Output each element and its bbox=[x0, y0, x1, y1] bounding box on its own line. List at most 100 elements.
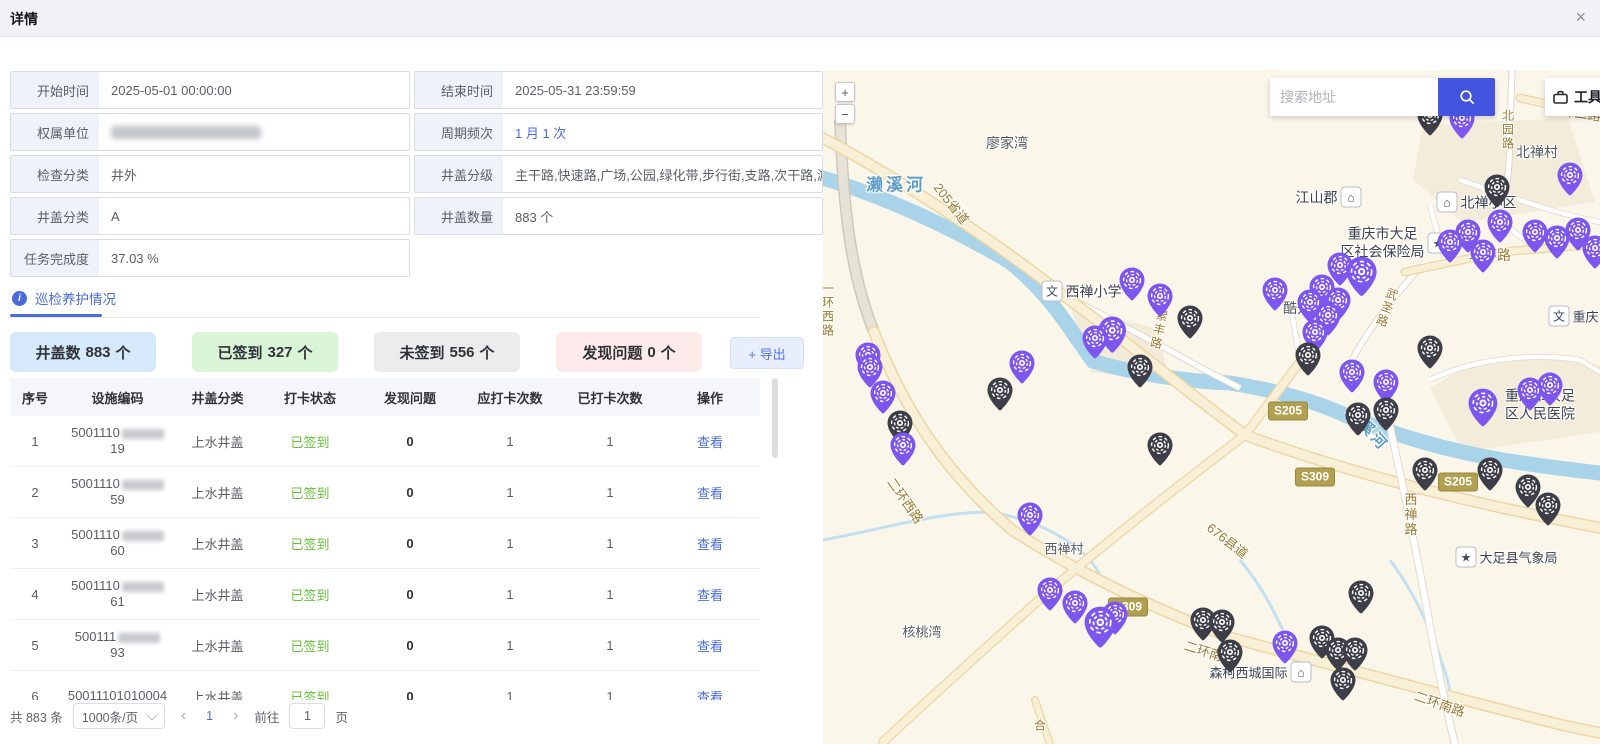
cell-status: 已签到 bbox=[260, 432, 360, 451]
field-value-redacted bbox=[99, 114, 409, 150]
redacted-code bbox=[122, 429, 164, 439]
form-field-owner-unit: 权属单位 bbox=[10, 113, 410, 151]
redacted-code bbox=[122, 582, 164, 592]
field-value-link[interactable]: 1 月 1 次 bbox=[503, 114, 822, 150]
map-marker-purple[interactable] bbox=[1544, 225, 1570, 264]
view-link[interactable]: 查看 bbox=[697, 690, 723, 701]
map-marker-dark[interactable] bbox=[1330, 667, 1356, 706]
map-marker-purple[interactable] bbox=[1037, 577, 1063, 616]
cell-category: 上水井盖 bbox=[175, 432, 260, 451]
map-marker-purple[interactable] bbox=[1517, 377, 1543, 416]
map-search bbox=[1270, 78, 1495, 116]
view-link[interactable]: 查看 bbox=[697, 537, 723, 552]
map-marker-purple[interactable] bbox=[1017, 502, 1043, 541]
table-row: 4 500111061 上水井盖 已签到 0 1 1 查看 bbox=[10, 569, 760, 620]
form-field-end-time: 结束时间 2025-05-31 23:59:59 bbox=[414, 71, 823, 109]
field-value: 主干路,快速路,广场,公园,绿化带,步行街,支路,次干路,游览… bbox=[503, 156, 822, 192]
map-marker-dark[interactable] bbox=[1412, 457, 1438, 496]
zoom-in-button[interactable]: + bbox=[835, 82, 855, 102]
table-header: 序号 设施编码 井盖分类 打卡状态 发现问题 应打卡次数 已打卡次数 操作 bbox=[10, 378, 760, 416]
col-cover-class: 井盖分类 bbox=[175, 388, 260, 407]
toolbox-button[interactable]: 工具箱 bbox=[1545, 78, 1600, 116]
map-marker-purple[interactable] bbox=[1262, 277, 1288, 316]
map-marker-purple[interactable] bbox=[1470, 239, 1496, 278]
map-marker-purple[interactable] bbox=[1468, 388, 1498, 432]
map-marker-purple[interactable] bbox=[1557, 162, 1583, 201]
next-page-button[interactable]: › bbox=[227, 707, 244, 725]
view-link[interactable]: 查看 bbox=[697, 588, 723, 603]
form-field-cover-count: 井盖数量 883 个 bbox=[414, 197, 823, 235]
table-row: 5 50011193 上水井盖 已签到 0 1 1 查看 bbox=[10, 620, 760, 671]
form-field-completion-rate: 任务完成度 37.03 % bbox=[10, 239, 410, 277]
map-marker-purple[interactable] bbox=[1272, 630, 1298, 669]
map-canvas[interactable]: 廖家湾核桃湾西禅村北禅村酷开濑溪河濑溪河205省道676县道北环路二环南路二环南… bbox=[823, 70, 1600, 744]
export-button[interactable]: + 导出 bbox=[730, 337, 804, 369]
search-button[interactable] bbox=[1438, 78, 1495, 116]
table-scrollbar[interactable] bbox=[772, 378, 778, 458]
map-marker-dark[interactable] bbox=[1127, 354, 1153, 393]
total-count: 共 883 条 bbox=[10, 707, 63, 726]
cell-index: 4 bbox=[10, 587, 60, 602]
prev-page-button[interactable]: ‹ bbox=[175, 707, 192, 725]
field-value: 2025-05-31 23:59:59 bbox=[503, 72, 822, 108]
map-marker-dark[interactable] bbox=[1348, 580, 1374, 619]
cell-done: 1 bbox=[560, 434, 660, 449]
zoom-out-button[interactable]: − bbox=[835, 104, 855, 124]
map-marker-purple[interactable] bbox=[1437, 229, 1463, 268]
field-value: A bbox=[99, 198, 409, 234]
map-marker-purple[interactable] bbox=[1339, 359, 1365, 398]
table-body: 1 500111019 上水井盖 已签到 0 1 1 查看 2 50011105… bbox=[10, 416, 760, 700]
view-link[interactable]: 查看 bbox=[697, 435, 723, 450]
field-value: 883 个 bbox=[503, 198, 822, 234]
map-marker-dark[interactable] bbox=[1484, 174, 1510, 213]
tab-inspection-maintenance[interactable]: i 巡检养护情况 bbox=[12, 288, 116, 308]
cell-index: 2 bbox=[10, 485, 60, 500]
map-marker-purple[interactable] bbox=[1084, 606, 1117, 654]
cell-issues: 0 bbox=[360, 434, 460, 449]
map-marker-dark[interactable] bbox=[1177, 305, 1203, 344]
map-marker-dark[interactable] bbox=[1477, 457, 1503, 496]
field-label: 结束时间 bbox=[415, 72, 503, 108]
close-icon[interactable]: × bbox=[1575, 7, 1586, 27]
map-marker-purple[interactable] bbox=[1582, 235, 1600, 274]
map-marker-purple[interactable] bbox=[1346, 256, 1377, 302]
cell-code: 500111060 bbox=[60, 527, 175, 559]
search-input[interactable] bbox=[1270, 78, 1438, 116]
map-marker-dark[interactable] bbox=[1373, 397, 1399, 436]
map-marker-dark[interactable] bbox=[1417, 335, 1443, 374]
field-value: 37.03 % bbox=[99, 240, 409, 276]
table-row: 6 50011101010004 上水井盖 已签到 0 1 1 查看 bbox=[10, 671, 760, 700]
map-marker-purple[interactable] bbox=[1119, 267, 1145, 306]
cell-category: 上水井盖 bbox=[175, 483, 260, 502]
view-link[interactable]: 查看 bbox=[697, 486, 723, 501]
map-marker-dark[interactable] bbox=[1147, 432, 1173, 471]
page-size-select[interactable]: 1000条/页 bbox=[73, 703, 165, 729]
current-page[interactable]: 1 bbox=[202, 709, 217, 723]
map-marker-dark[interactable] bbox=[1295, 342, 1321, 381]
col-index: 序号 bbox=[10, 388, 60, 407]
cell-done: 1 bbox=[560, 536, 660, 551]
map-marker-dark[interactable] bbox=[1217, 639, 1243, 678]
cell-status: 已签到 bbox=[260, 636, 360, 655]
map-marker-dark[interactable] bbox=[1535, 492, 1561, 531]
cell-issues: 0 bbox=[360, 638, 460, 653]
view-link[interactable]: 查看 bbox=[697, 639, 723, 654]
goto-page-input[interactable] bbox=[289, 703, 325, 729]
map-marker-dark[interactable] bbox=[987, 377, 1013, 416]
map-marker-purple[interactable] bbox=[1147, 283, 1173, 322]
stat-chip-unsigned: 未签到 556 个 bbox=[374, 332, 520, 372]
cell-index: 5 bbox=[10, 638, 60, 653]
field-label: 检查分类 bbox=[11, 156, 99, 192]
cell-done: 1 bbox=[560, 587, 660, 602]
cell-issues: 0 bbox=[360, 485, 460, 500]
cell-done: 1 bbox=[560, 638, 660, 653]
tab-divider bbox=[10, 317, 760, 318]
map-marker-purple[interactable] bbox=[890, 432, 916, 471]
map-marker-dark[interactable] bbox=[1345, 402, 1371, 441]
col-checkin-status: 打卡状态 bbox=[260, 388, 360, 407]
cell-code: 500111059 bbox=[60, 476, 175, 508]
cell-index: 3 bbox=[10, 536, 60, 551]
cell-code: 500111061 bbox=[60, 578, 175, 610]
map-marker-purple[interactable] bbox=[1082, 325, 1108, 364]
dialog-header: 详情 × bbox=[0, 0, 1600, 37]
